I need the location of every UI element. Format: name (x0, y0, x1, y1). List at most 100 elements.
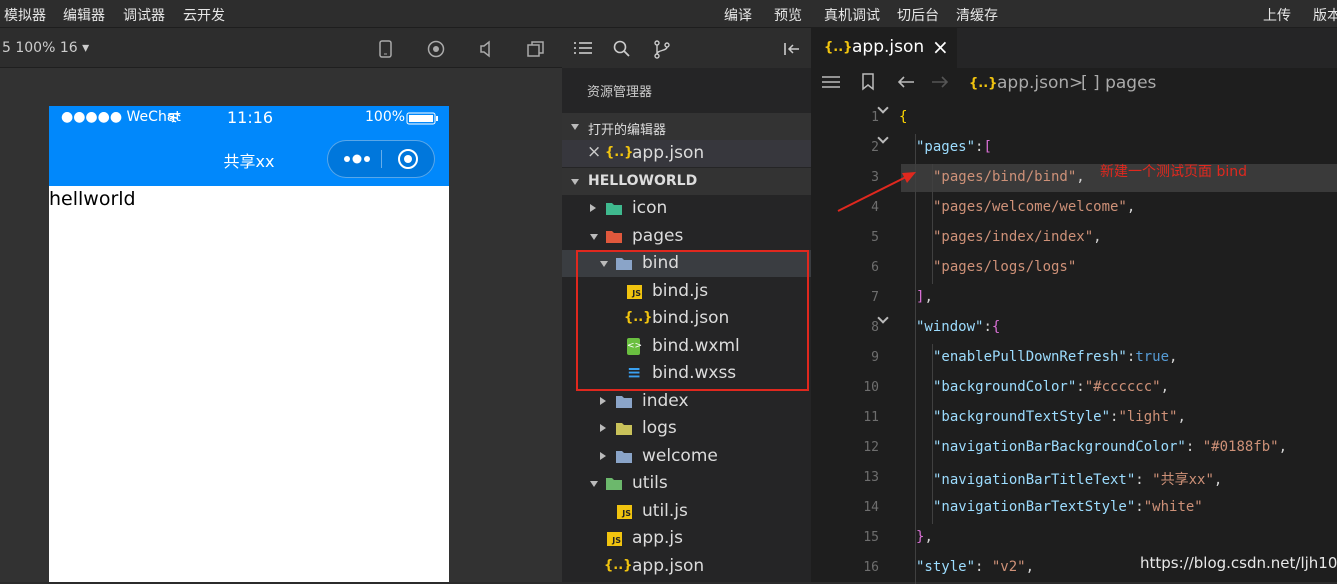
js-file-icon: JS (607, 532, 622, 546)
code-line: "style": "v2", (916, 559, 1034, 575)
menu-item-right-1[interactable]: 版本 (1313, 5, 1337, 25)
code-token: "style" (916, 559, 976, 575)
code-token: , (924, 529, 933, 545)
json-file-icon: {..} (824, 40, 853, 55)
tree-item-utils[interactable]: utils (562, 470, 811, 497)
window-icon[interactable] (527, 40, 545, 58)
menu-capsule[interactable] (327, 140, 435, 178)
wifi-icon (167, 112, 181, 123)
record-icon[interactable] (427, 40, 445, 58)
code-token: , (924, 289, 933, 305)
tree-item-label: logs (642, 418, 677, 438)
code-token: "pages/bind/bind" (933, 169, 1077, 185)
open-editors-header[interactable]: 打开的编辑器 (562, 113, 811, 140)
menu-item-center-2[interactable]: 真机调试 (824, 5, 880, 25)
line-number: 10 (863, 380, 879, 395)
git-branch-icon[interactable] (653, 40, 671, 59)
outline-icon[interactable] (822, 75, 840, 89)
chevron-down-icon (590, 233, 598, 240)
menu-item-left-0[interactable]: 模拟器 (4, 5, 46, 25)
tree-item-label: utils (632, 473, 668, 493)
annotation-box (576, 250, 809, 391)
tree-item-icon[interactable]: icon (562, 195, 811, 222)
collapse-panel-icon[interactable] (783, 42, 801, 56)
code-token: "window" (916, 319, 984, 335)
tab-app-json[interactable]: {..} app.json × (811, 28, 957, 68)
open-editor-item[interactable]: × {..} app.json (562, 140, 811, 167)
tree-item-app-js[interactable]: JS app.js (562, 525, 811, 552)
phone-nav-bar: 共享xx (49, 130, 449, 186)
menu-item-center-0[interactable]: 编译 (724, 5, 752, 25)
json-file-icon: {..} (605, 145, 634, 160)
folder-icon (606, 478, 622, 490)
tree-item-app-json[interactable]: {..} app.json (562, 553, 811, 580)
phone-icon[interactable] (378, 40, 394, 58)
tree-item-logs[interactable]: logs (562, 415, 811, 442)
chevron-right-icon (600, 451, 606, 460)
zoom-select[interactable]: 5 100% 16 ▾ (2, 40, 89, 56)
tree-item-label: index (642, 390, 689, 411)
phone-screen: ●●●●● WeChat 11:16 100% 共享xx hellworld (49, 106, 449, 582)
close-miniprogram-icon[interactable] (397, 148, 419, 170)
code-token: { (899, 109, 908, 125)
menu-item-center-1[interactable]: 预览 (774, 5, 802, 25)
annotation-arrow (837, 172, 916, 212)
chevron-down-icon (571, 124, 579, 130)
close-icon[interactable]: × (587, 142, 601, 162)
menu-item-center-3[interactable]: 切后台 (897, 5, 939, 25)
line-number: 9 (871, 350, 879, 365)
fold-chevron-icon[interactable] (877, 102, 889, 114)
forward-arrow-icon[interactable] (931, 75, 949, 89)
menu-item-left-3[interactable]: 云开发 (183, 5, 225, 25)
json-file-icon: {..} (604, 557, 633, 573)
code-token: , (1025, 559, 1035, 575)
code-token: , (1093, 229, 1102, 245)
menu-item-center-4[interactable]: 清缓存 (956, 5, 998, 25)
tree-item-welcome[interactable]: welcome (562, 443, 811, 470)
fold-chevron-icon[interactable] (877, 132, 889, 144)
code-line: "pages":[ (916, 139, 992, 155)
fold-chevron-icon[interactable] (877, 312, 889, 324)
tree-item-label: pages (632, 225, 684, 246)
simulator-toolbar: 5 100% 16 ▾ (0, 28, 562, 68)
menu-item-right-0[interactable]: 上传 (1263, 5, 1291, 25)
carrier-label: ●●●●● WeChat (61, 109, 181, 125)
list-icon[interactable] (574, 41, 592, 56)
project-header[interactable]: HELLOWORLD (562, 168, 811, 195)
code-line: { (899, 109, 907, 125)
code-token: "pages" (916, 139, 976, 155)
code-line: "navigationBarBackgroundColor": "#0188fb… (933, 439, 1287, 455)
code-token: "#0188fb" (1202, 439, 1279, 455)
line-number: 6 (871, 260, 879, 275)
breadcrumb-node[interactable]: [ ] pages (1081, 73, 1156, 93)
breadcrumb: {..} app.json > [ ] pages (811, 68, 1337, 98)
menu-item-left-1[interactable]: 编辑器 (63, 5, 105, 25)
code-token: "backgroundTextStyle" (933, 409, 1111, 425)
code-token: , (1278, 439, 1288, 455)
chevron-right-icon (600, 396, 606, 405)
search-icon[interactable] (613, 40, 631, 58)
bookmark-icon[interactable] (861, 73, 875, 91)
page-content-text: hellworld (49, 188, 136, 210)
code-token: "pages/welcome/welcome" (933, 199, 1127, 215)
tree-item-pages[interactable]: pages (562, 223, 811, 250)
watermark: https://blog.csdn.net/ljh101 (1140, 554, 1337, 572)
code-token: "navigationBarTitleText" (933, 472, 1136, 488)
code-line: }, (916, 529, 933, 545)
line-number: 7 (871, 290, 879, 305)
editor-tab-bar: {..} app.json × (811, 28, 1337, 68)
code-token: : (983, 319, 992, 335)
code-token: [ (983, 139, 992, 155)
volume-icon[interactable] (478, 40, 494, 58)
line-number: 1 (871, 110, 879, 125)
breadcrumb-file[interactable]: app.json (997, 73, 1069, 93)
menu-item-left-2[interactable]: 调试器 (123, 5, 165, 25)
tree-item-index[interactable]: index (562, 388, 811, 415)
back-arrow-icon[interactable] (897, 75, 915, 89)
close-tab-icon[interactable]: × (932, 35, 949, 59)
line-number: 15 (863, 530, 879, 545)
code-token: "backgroundColor" (933, 379, 1077, 395)
tree-item-util-js[interactable]: JS util.js (562, 498, 811, 525)
more-dots-icon[interactable] (342, 153, 372, 165)
code-token: true (1135, 349, 1170, 365)
